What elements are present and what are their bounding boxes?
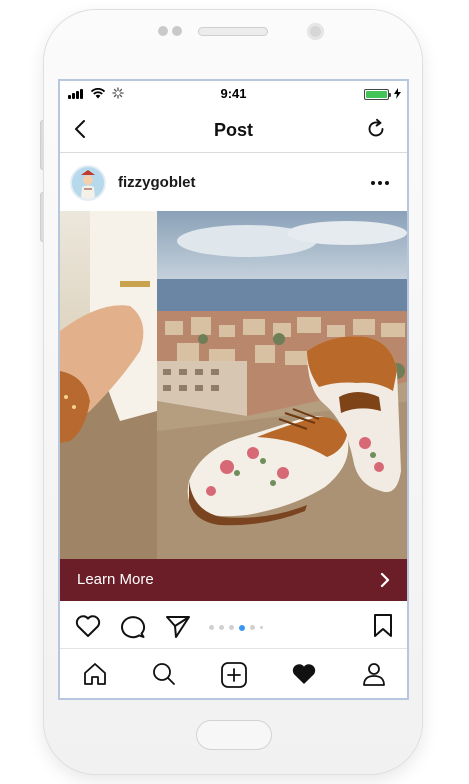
learn-more-button[interactable]: Learn More bbox=[60, 559, 407, 601]
nav-header: Post bbox=[60, 107, 407, 153]
post-actions bbox=[60, 601, 407, 649]
more-options-icon[interactable] bbox=[371, 181, 389, 185]
comment-icon[interactable] bbox=[119, 613, 147, 639]
share-send-icon[interactable] bbox=[164, 613, 192, 639]
new-post-icon[interactable] bbox=[220, 661, 248, 689]
previous-slide-image bbox=[60, 211, 157, 559]
front-camera bbox=[307, 23, 324, 40]
home-icon[interactable] bbox=[82, 661, 108, 687]
avatar[interactable] bbox=[70, 165, 106, 201]
bookmark-icon[interactable] bbox=[372, 613, 394, 639]
page-title: Post bbox=[213, 120, 253, 140]
battery-icon bbox=[364, 89, 391, 100]
home-button[interactable] bbox=[196, 720, 272, 750]
learn-more-label: Learn More bbox=[77, 571, 154, 588]
profile-icon[interactable] bbox=[361, 661, 387, 687]
status-bar: 9:41 bbox=[60, 81, 407, 107]
earpiece-speaker bbox=[198, 27, 268, 36]
chevron-right-icon bbox=[380, 572, 390, 588]
post-media-carousel[interactable] bbox=[60, 211, 407, 559]
post-header: fizzygoblet bbox=[60, 154, 407, 210]
sensor-dot bbox=[158, 26, 168, 36]
phone-screen: 9:41 Post fizzygoblet Learn More bbox=[58, 79, 409, 700]
carousel-indicator bbox=[209, 624, 263, 631]
status-time: 9:41 bbox=[220, 86, 247, 101]
search-icon[interactable] bbox=[151, 661, 177, 687]
like-heart-icon[interactable] bbox=[74, 613, 102, 639]
refresh-icon[interactable] bbox=[365, 118, 387, 140]
avatar-illustration-icon bbox=[72, 167, 104, 199]
current-slide-image bbox=[157, 211, 407, 559]
sensor-dot bbox=[172, 26, 182, 36]
post-username[interactable]: fizzygoblet bbox=[118, 174, 196, 191]
bottom-tab-bar bbox=[60, 650, 407, 698]
activity-heart-icon[interactable] bbox=[290, 661, 318, 687]
charging-bolt-icon bbox=[394, 88, 401, 99]
